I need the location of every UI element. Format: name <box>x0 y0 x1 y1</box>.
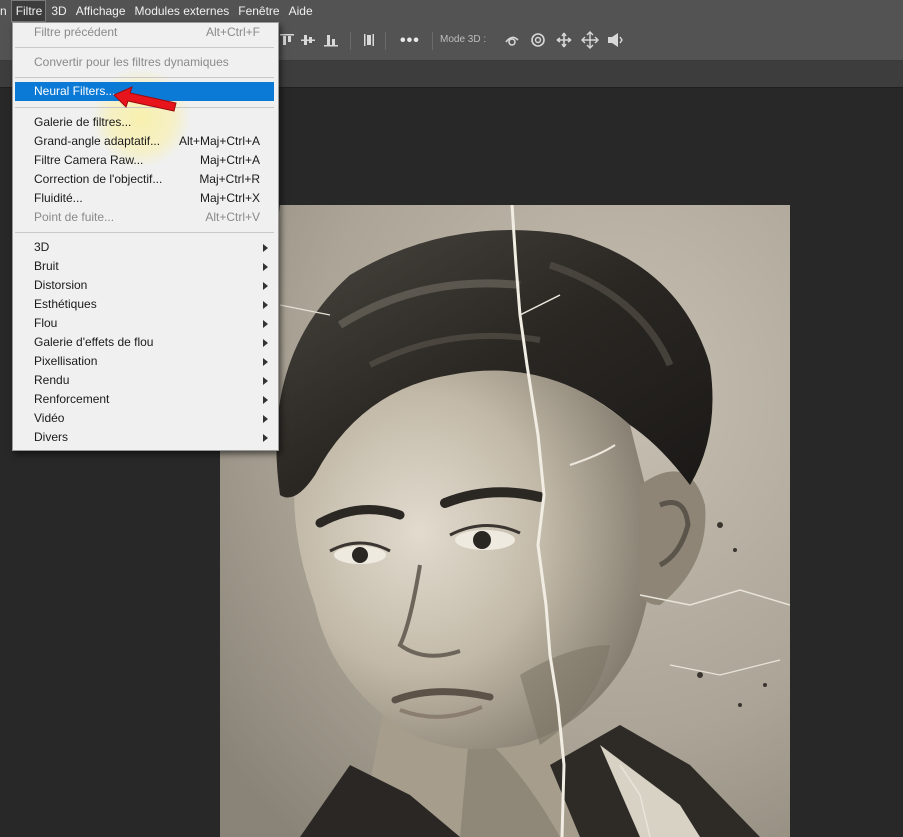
submenu-arrow-icon <box>263 377 268 385</box>
menu-affichage[interactable]: Affichage <box>71 0 130 22</box>
menu-item-label: Filtre Camera Raw... <box>34 153 144 167</box>
submenu-arrow-icon <box>263 415 268 423</box>
menu-item-label: 3D <box>34 240 50 254</box>
submenu-arrow-icon <box>263 282 268 290</box>
red-arrow-pointer-icon <box>113 86 177 112</box>
menu-item-3d[interactable]: 3D <box>15 238 274 257</box>
menu-item-shortcut: Maj+Ctrl+A <box>199 153 260 167</box>
menu-3d[interactable]: 3D <box>46 0 70 22</box>
menu-filtre[interactable]: Filtre <box>10 0 47 22</box>
menu-fenetre[interactable]: Fenêtre <box>233 0 283 22</box>
align-top-icon[interactable] <box>278 31 296 49</box>
menu-item-label: Neural Filters... <box>34 84 116 98</box>
menu-item-label: Galerie d'effets de flou <box>34 335 154 349</box>
menu-item-label: Fluidité... <box>34 191 83 205</box>
align-bottom-icon[interactable] <box>322 31 340 49</box>
menu-item-rendu[interactable]: Rendu <box>15 371 274 390</box>
menu-item-label: Convertir pour les filtres dynamiques <box>34 55 229 69</box>
more-options-button[interactable]: ••• <box>400 32 420 50</box>
menu-item-video[interactable]: Vidéo <box>15 409 274 428</box>
menu-item-label: Divers <box>34 430 69 444</box>
menu-item-filtre-camera-raw[interactable]: Filtre Camera Raw... Maj+Ctrl+A <box>15 151 274 170</box>
menu-item-renforcement[interactable]: Renforcement <box>15 390 274 409</box>
menu-item-label: Point de fuite... <box>34 210 115 224</box>
menu-item-label: Correction de l'objectif... <box>34 172 163 186</box>
menu-item-label: Bruit <box>34 259 59 273</box>
menu-item-galerie-effets-flou[interactable]: Galerie d'effets de flou <box>15 333 274 352</box>
submenu-arrow-icon <box>263 358 268 366</box>
menu-item-point-de-fuite: Point de fuite... Alt+Ctrl+V <box>15 208 274 227</box>
menu-item-shortcut: Maj+Ctrl+X <box>199 191 260 205</box>
orbit-3d-icon[interactable] <box>503 31 521 49</box>
menu-item-label: Esthétiques <box>34 297 97 311</box>
scale-3d-icon[interactable] <box>606 31 624 49</box>
portrait-photo-image <box>220 205 790 837</box>
menu-modules-externes[interactable]: Modules externes <box>130 0 234 22</box>
menu-item-bruit[interactable]: Bruit <box>15 257 274 276</box>
menu-item-fluidite[interactable]: Fluidité... Maj+Ctrl+X <box>15 189 274 208</box>
menu-item-shortcut: Alt+Ctrl+F <box>205 25 260 39</box>
menu-item-convertir-filtres-dynamiques: Convertir pour les filtres dynamiques <box>15 53 274 72</box>
menu-item-label: Vidéo <box>34 411 65 425</box>
menu-item-esthetiques[interactable]: Esthétiques <box>15 295 274 314</box>
slide-3d-icon[interactable] <box>581 31 599 49</box>
menu-item-distorsion[interactable]: Distorsion <box>15 276 274 295</box>
menu-bar: n Filtre 3D Affichage Modules externes F… <box>0 0 903 22</box>
menu-item-label: Renforcement <box>34 392 110 406</box>
align-vertical-center-icon[interactable] <box>299 31 317 49</box>
mode-3d-label: Mode 3D : <box>440 34 487 45</box>
menu-aide[interactable]: Aide <box>284 0 317 22</box>
submenu-arrow-icon <box>263 396 268 404</box>
menu-separator <box>15 232 274 233</box>
menu-separator <box>15 47 274 48</box>
submenu-arrow-icon <box>263 320 268 328</box>
menu-item-grand-angle-adaptatif[interactable]: Grand-angle adaptatif... Alt+Maj+Ctrl+A <box>15 132 274 151</box>
menu-item-label: Pixellisation <box>34 354 98 368</box>
submenu-arrow-icon <box>263 244 268 252</box>
pan-3d-icon[interactable] <box>555 31 573 49</box>
menu-item-shortcut: Alt+Maj+Ctrl+A <box>178 134 260 148</box>
menu-item-shortcut: Maj+Ctrl+R <box>199 172 260 186</box>
menu-item-label: Distorsion <box>34 278 88 292</box>
menu-item-divers[interactable]: Divers <box>15 428 274 447</box>
submenu-arrow-icon <box>263 263 268 271</box>
menu-item-correction-objectif[interactable]: Correction de l'objectif... Maj+Ctrl+R <box>15 170 274 189</box>
menu-item-filtre-precedent: Filtre précédent Alt+Ctrl+F <box>15 23 274 42</box>
menu-item-pixellisation[interactable]: Pixellisation <box>15 352 274 371</box>
menu-item-label: Grand-angle adaptatif... <box>34 134 161 148</box>
distribute-icon[interactable] <box>360 31 378 49</box>
submenu-arrow-icon <box>263 339 268 347</box>
menu-item-label: Flou <box>34 316 58 330</box>
menu-image-partial[interactable]: n <box>0 0 11 22</box>
roll-3d-icon[interactable] <box>529 31 547 49</box>
menu-item-label: Rendu <box>34 373 70 387</box>
submenu-arrow-icon <box>263 301 268 309</box>
submenu-arrow-icon <box>263 434 268 442</box>
menu-item-shortcut: Alt+Ctrl+V <box>205 210 260 224</box>
menu-item-flou[interactable]: Flou <box>15 314 274 333</box>
menu-item-label: Filtre précédent <box>34 25 118 39</box>
menu-separator <box>15 77 274 78</box>
document-photo-portrait <box>220 205 790 837</box>
